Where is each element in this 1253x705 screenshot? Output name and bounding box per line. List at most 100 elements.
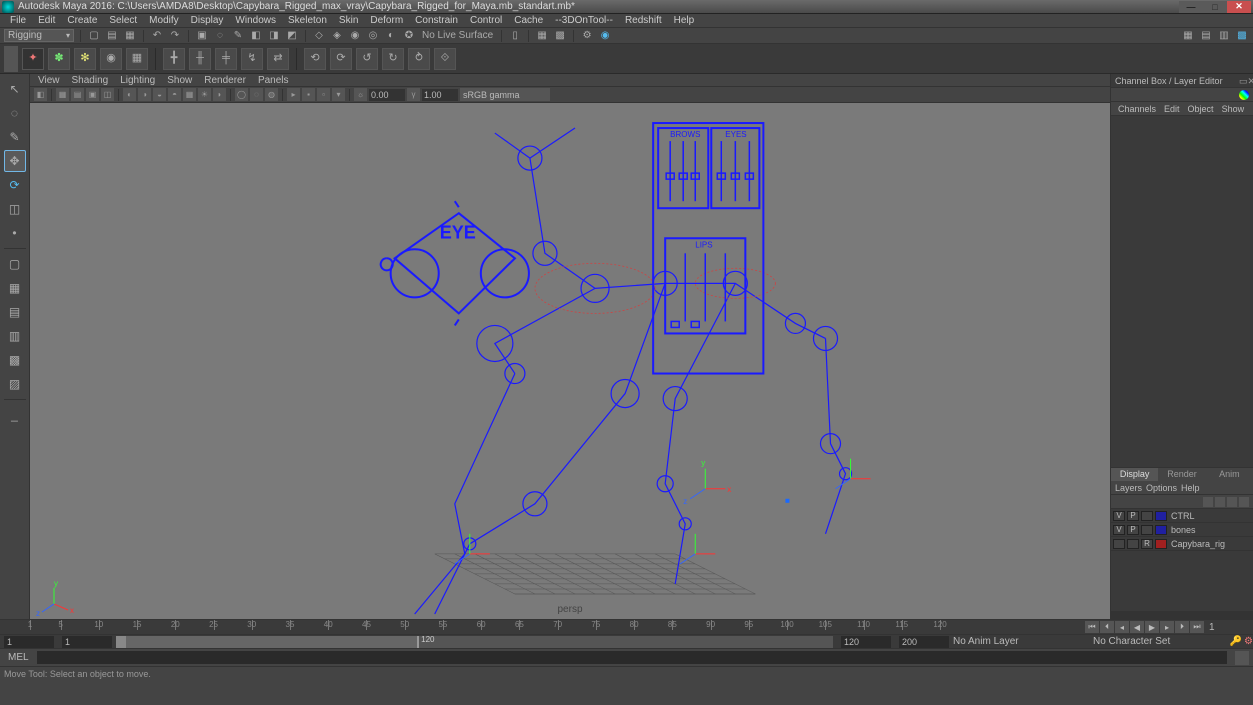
vp-exposure-value[interactable] <box>369 89 405 101</box>
panel-layout-a-icon[interactable]: ▦ <box>1181 29 1195 43</box>
color-picker-icon[interactable] <box>1239 90 1249 100</box>
layer-row-capybara[interactable]: R Capybara_rig <box>1111 537 1253 551</box>
vp-colorspace-dropdown[interactable]: sRGB gamma <box>460 88 550 101</box>
layer-play-toggle[interactable]: P <box>1127 511 1139 521</box>
vp-shade-a-icon[interactable]: ◐ <box>123 88 136 101</box>
vp-camera-icon[interactable]: ◧ <box>34 88 47 101</box>
shelf-constrain-d-icon[interactable]: ↻ <box>382 48 404 70</box>
layout-outliner-icon[interactable]: ▩ <box>4 349 26 371</box>
layer-move-up-icon[interactable] <box>1203 497 1213 507</box>
script-editor-icon[interactable] <box>1235 651 1249 665</box>
select-mode-icon[interactable]: ▣ <box>195 29 209 43</box>
range-vis-end-field[interactable]: 120 <box>841 636 891 648</box>
menu-skeleton[interactable]: Skeleton <box>282 15 333 26</box>
prefs-icon[interactable]: ⚙ <box>1244 636 1253 647</box>
shelf-cluster-icon[interactable]: ◉ <box>100 48 122 70</box>
shelf-constrain-a-icon[interactable]: ⟲ <box>304 48 326 70</box>
charset-dropdown[interactable]: No Character Set <box>1093 636 1228 647</box>
range-vis-start-field[interactable]: 1 <box>62 636 112 648</box>
redo-icon[interactable]: ↷ <box>168 29 182 43</box>
last-tool-icon[interactable]: • <box>4 222 26 244</box>
undo-icon[interactable]: ↶ <box>150 29 164 43</box>
vp-wire-icon[interactable]: ◓ <box>168 88 181 101</box>
menu-help[interactable]: Help <box>668 15 701 26</box>
snap-curve-icon[interactable]: ◈ <box>330 29 344 43</box>
shelf-ikspline-icon[interactable]: ✻ <box>74 48 96 70</box>
panel-layout-c-icon[interactable]: ▥ <box>1217 29 1231 43</box>
menu-constrain[interactable]: Constrain <box>409 15 464 26</box>
window-close-button[interactable]: ✕ <box>1227 1 1251 13</box>
hypershade-icon[interactable]: ◉ <box>598 29 612 43</box>
layout-custom-icon[interactable]: _ <box>4 404 26 426</box>
save-scene-icon[interactable]: ▦ <box>123 29 137 43</box>
layer-play-toggle[interactable] <box>1127 539 1139 549</box>
play-fwd-icon[interactable]: ▶ <box>1145 621 1159 633</box>
menu-select[interactable]: Select <box>103 15 143 26</box>
layer-tab-display[interactable]: Display <box>1111 468 1158 481</box>
menu-display[interactable]: Display <box>185 15 230 26</box>
menu-modify[interactable]: Modify <box>143 15 184 26</box>
menu-deform[interactable]: Deform <box>364 15 409 26</box>
vp-shade-b-icon[interactable]: ◑ <box>138 88 151 101</box>
layer-menu-options[interactable]: Options <box>1146 483 1177 493</box>
cb-menu-channels[interactable]: Channels <box>1115 104 1159 114</box>
menu-edit[interactable]: Edit <box>32 15 61 26</box>
select-tool-icon[interactable]: ↖ <box>4 78 26 100</box>
shelf-constrain-c-icon[interactable]: ↺ <box>356 48 378 70</box>
snap-point-icon[interactable]: ◉ <box>348 29 362 43</box>
vp-menu-panels[interactable]: Panels <box>254 75 293 86</box>
layer-vis-toggle[interactable]: V <box>1113 525 1125 535</box>
range-start-field[interactable]: 1 <box>4 636 54 648</box>
range-slider[interactable]: 120 <box>116 636 833 648</box>
step-fwd-key-icon[interactable]: ⏵ <box>1175 621 1189 633</box>
layer-color-swatch[interactable] <box>1155 525 1167 535</box>
vp-d-icon[interactable]: ▾ <box>332 88 345 101</box>
layer-move-down-icon[interactable] <box>1215 497 1225 507</box>
shelf-joint-icon[interactable]: ✦ <box>22 48 44 70</box>
vp-shadow-icon[interactable]: ◗ <box>213 88 226 101</box>
render-icon[interactable]: ▦ <box>535 29 549 43</box>
workspace-dropdown[interactable]: Rigging <box>4 29 74 42</box>
step-back-key-icon[interactable]: ⏴ <box>1100 621 1114 633</box>
history-icon[interactable]: ▯ <box>508 29 522 43</box>
scale-tool-icon[interactable]: ◫ <box>4 198 26 220</box>
vp-shade-c-icon[interactable]: ◒ <box>153 88 166 101</box>
lasso-tool-icon[interactable]: ◌ <box>4 102 26 124</box>
panel-layout-d-icon[interactable]: ▩ <box>1235 29 1249 43</box>
layer-menu-layers[interactable]: Layers <box>1115 483 1142 493</box>
vp-gamma-value[interactable] <box>422 89 458 101</box>
open-scene-icon[interactable]: ▤ <box>105 29 119 43</box>
vp-menu-shading[interactable]: Shading <box>68 75 113 86</box>
step-back-icon[interactable]: ◂ <box>1115 621 1129 633</box>
autokey-icon[interactable]: 🔑 <box>1230 636 1242 647</box>
vp-a-icon[interactable]: ▸ <box>287 88 300 101</box>
layout-persp-icon[interactable]: ▨ <box>4 373 26 395</box>
window-maximize-button[interactable]: □ <box>1203 1 1227 13</box>
vp-menu-lighting[interactable]: Lighting <box>116 75 159 86</box>
layer-vis-toggle[interactable]: V <box>1113 511 1125 521</box>
vp-xrayj-icon[interactable]: ◍ <box>265 88 278 101</box>
snap-grid-icon[interactable]: ◇ <box>312 29 326 43</box>
layer-new-selected-icon[interactable] <box>1239 497 1249 507</box>
vp-exposure-icon[interactable]: ☼ <box>354 88 367 101</box>
shelf-paint-icon[interactable]: ╪ <box>215 48 237 70</box>
shelf-constrain-f-icon[interactable]: ⟐ <box>434 48 456 70</box>
panel-layout-b-icon[interactable]: ▤ <box>1199 29 1213 43</box>
vp-iso-icon[interactable]: ◯ <box>235 88 248 101</box>
vp-gate-icon[interactable]: ▣ <box>86 88 99 101</box>
layer-color-swatch[interactable] <box>1155 511 1167 521</box>
shelf-tabs-toggle[interactable] <box>4 46 18 72</box>
current-frame-field[interactable]: 1 <box>1209 622 1249 633</box>
layer-play-toggle[interactable]: P <box>1127 525 1139 535</box>
layer-disp-toggle[interactable]: R <box>1141 539 1153 549</box>
vp-light-icon[interactable]: ☀ <box>198 88 211 101</box>
cb-menu-edit[interactable]: Edit <box>1161 104 1183 114</box>
cb-menu-show[interactable]: Show <box>1219 104 1248 114</box>
layer-tab-render[interactable]: Render <box>1158 468 1205 481</box>
paint-tool-icon[interactable]: ✎ <box>4 126 26 148</box>
paint-select-icon[interactable]: ✎ <box>231 29 245 43</box>
render-settings-icon[interactable]: ⚙ <box>580 29 594 43</box>
layer-row-ctrl[interactable]: V P CTRL <box>1111 509 1253 523</box>
layer-tab-anim[interactable]: Anim <box>1206 468 1253 481</box>
menu-3dontool[interactable]: --3DOnTool-- <box>549 15 619 26</box>
